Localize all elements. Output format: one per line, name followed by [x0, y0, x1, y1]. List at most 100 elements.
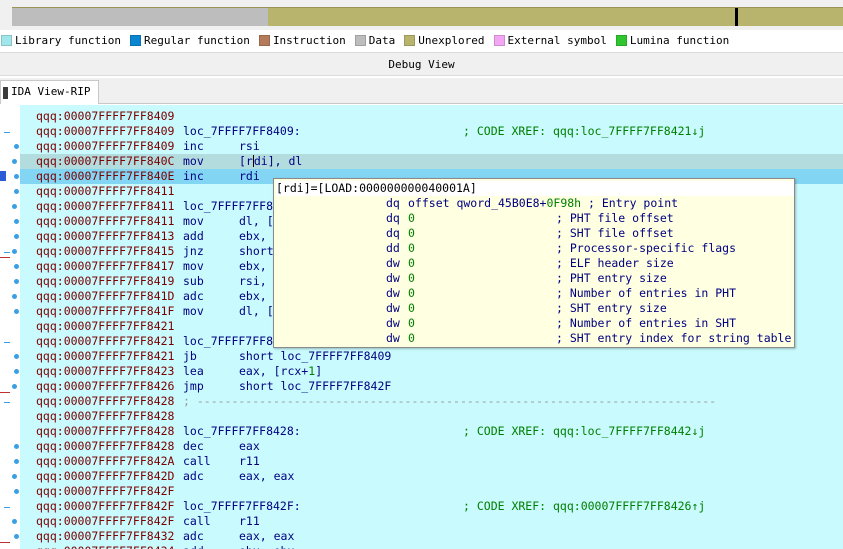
legend-label: Unexplored	[418, 33, 485, 47]
navigation-bar[interactable]	[12, 7, 843, 26]
popup-value: 0	[408, 301, 415, 315]
listing-line[interactable]: qqq:00007FFFF7FF8409 loc_7FFFF7FF8409: ; C…	[20, 124, 843, 139]
line-address: qqq:00007FFFF7FF841D	[36, 289, 175, 303]
arrow-dot	[14, 144, 19, 149]
arrow-line	[4, 132, 10, 133]
listing-line[interactable]: qqq:00007FFFF7FF8421 jb short loc_7FFFF7FF…	[20, 349, 843, 364]
listing-line[interactable]: qqq:00007FFFF7FF8409	[20, 109, 843, 124]
line-address: qqq:00007FFFF7FF8417	[36, 259, 175, 273]
instruction-mnemonic: inc	[183, 169, 204, 183]
popup-line: dq 0 ; SHT file offset	[274, 226, 794, 241]
separator-line: ; --------------------------------------…	[183, 394, 717, 408]
popup-value: 0	[408, 286, 415, 300]
popup-line: dw 0 ; Number of entries in PHT	[274, 286, 794, 301]
listing-line[interactable]: qqq:00007FFFF7FF8428 dec eax	[20, 439, 843, 454]
popup-directive: dw	[386, 331, 400, 345]
arrow-line	[4, 252, 10, 253]
listing-line[interactable]: qqq:00007FFFF7FF8434 add ebx, ebx	[20, 544, 843, 549]
line-address: qqq:00007FFFF7FF8411	[36, 199, 175, 213]
popup-value: 0	[408, 256, 415, 270]
arrow-dot	[14, 354, 19, 359]
instruction-mnemonic: jmp	[183, 379, 204, 393]
listing-line[interactable]: qqq:00007FFFF7FF842F	[20, 484, 843, 499]
instruction-mnemonic: add	[183, 544, 204, 549]
popup-line: dw 0 ; PHT entry size	[274, 271, 794, 286]
line-address: qqq:00007FFFF7FF8428	[36, 394, 175, 408]
tab-bar: IDA View-RIP	[0, 78, 843, 104]
line-address: qqq:00007FFFF7FF8415	[36, 244, 175, 258]
listing-line[interactable]: qqq:00007FFFF7FF8428	[20, 409, 843, 424]
ida-view-icon	[3, 87, 8, 99]
xref-comment: ; CODE XREF: qqq:loc_7FFFF7FF8442↓j	[463, 424, 706, 438]
legend-swatch	[493, 34, 505, 46]
popup-directive: dw	[386, 286, 400, 300]
listing-line[interactable]: qqq:00007FFFF7FF842A call r11	[20, 454, 843, 469]
popup-comment: ; Number of entries in PHT	[556, 286, 737, 300]
legend: Library function Regular function Instruct…	[0, 30, 843, 50]
instruction-mnemonic: mov	[183, 214, 204, 228]
listing-line[interactable]: qqq:00007FFFF7FF842F loc_7FFFF7FF842F: ; C…	[20, 499, 843, 514]
arrow-dot	[14, 279, 19, 284]
listing-line[interactable]: qqq:00007FFFF7FF842F call r11	[20, 514, 843, 529]
instruction-operands: short loc_7FFFF7FF842F	[239, 379, 392, 393]
listing-line[interactable]: qqq:00007FFFF7FF8423 lea eax, [rcx+1]	[20, 364, 843, 379]
instruction-mnemonic: dec	[183, 439, 204, 453]
popup-value: 0	[408, 271, 415, 285]
instruction-mnemonic: call	[183, 514, 211, 528]
legend-item: Lumina function	[615, 34, 729, 47]
jump-arrow-red	[0, 392, 10, 393]
line-address: qqq:00007FFFF7FF842A	[36, 454, 175, 468]
instruction-mnemonic: adc	[183, 529, 204, 543]
line-address: qqq:00007FFFF7FF8423	[36, 364, 175, 378]
listing-line[interactable]: qqq:00007FFFF7FF8428 loc_7FFFF7FF8428: ; C…	[20, 424, 843, 439]
line-address: qqq:00007FFFF7FF842F	[36, 514, 175, 528]
instruction-mnemonic: mov	[183, 154, 204, 168]
popup-comment: ; Number of entries in SHT	[556, 316, 737, 330]
navigation-band[interactable]	[0, 0, 843, 30]
arrow-dot	[14, 309, 19, 314]
instruction-operands: eax	[239, 439, 260, 453]
popup-comment: ; PHT entry size	[556, 271, 667, 285]
popup-line: dw 0 ; Number of entries in SHT	[274, 316, 794, 331]
code-label: loc_7FFFF7FF8409:	[183, 124, 301, 138]
arrow-dot	[14, 459, 19, 464]
popup-comment: ; SHT file offset	[556, 226, 674, 240]
arrow-line	[4, 507, 10, 508]
line-address: qqq:00007FFFF7FF842D	[36, 469, 175, 483]
line-address: qqq:00007FFFF7FF8432	[36, 529, 175, 543]
listing-line[interactable]: qqq:00007FFFF7FF8432 adc eax, eax	[20, 529, 843, 544]
legend-label: Instruction	[272, 33, 346, 47]
line-address: qqq:00007FFFF7FF8421	[36, 334, 175, 348]
popup-value: 0	[408, 211, 415, 225]
listing-line[interactable]: qqq:00007FFFF7FF8428 ; ------------------…	[20, 394, 843, 409]
listing-line[interactable]: qqq:00007FFFF7FF842D adc eax, eax	[20, 469, 843, 484]
legend-item: Instruction	[258, 33, 346, 47]
xref-comment: ; CODE XREF: qqq:00007FFFF7FF8426↑j	[463, 499, 706, 513]
legend-swatch	[258, 34, 270, 46]
popup-line: dw 0 ; ELF header size	[274, 256, 794, 271]
arrow-dot	[14, 219, 19, 224]
arrow-dot	[14, 234, 19, 239]
instruction-operands: rdi	[239, 169, 260, 183]
line-address: qqq:00007FFFF7FF842F	[36, 499, 175, 513]
arrow-dot	[14, 189, 19, 194]
legend-label: External symbol	[507, 33, 607, 47]
navigation-cursor[interactable]	[735, 8, 738, 26]
instruction-mnemonic: jb	[183, 349, 197, 363]
listing-line[interactable]: qqq:00007FFFF7FF840C mov [rdi], dl	[20, 154, 843, 169]
arrow-dot	[12, 474, 17, 479]
listing-line[interactable]: qqq:00007FFFF7FF8409 inc rsi	[20, 139, 843, 154]
tab-ida-view-rip[interactable]: IDA View-RIP	[0, 80, 100, 104]
instruction-operands: eax, [rcx+1]	[239, 364, 323, 378]
popup-directive: dw	[386, 271, 400, 285]
popup-value: offset qword_45B0E8+0F98h ; Entry point	[408, 196, 679, 210]
line-address: qqq:00007FFFF7FF8411	[36, 184, 175, 198]
listing-line[interactable]: qqq:00007FFFF7FF8426 jmp short loc_7FFFF7F…	[20, 379, 843, 394]
line-address: qqq:00007FFFF7FF8428	[36, 409, 175, 423]
arrow-dot	[14, 489, 19, 494]
line-address: qqq:00007FFFF7FF840C	[36, 154, 175, 168]
popup-comment: ; Entry point	[581, 196, 679, 210]
popup-comment: ; SHT entry index for string table	[556, 331, 792, 345]
line-address: qqq:00007FFFF7FF841F	[36, 304, 175, 318]
popup-directive: dw	[386, 301, 400, 315]
